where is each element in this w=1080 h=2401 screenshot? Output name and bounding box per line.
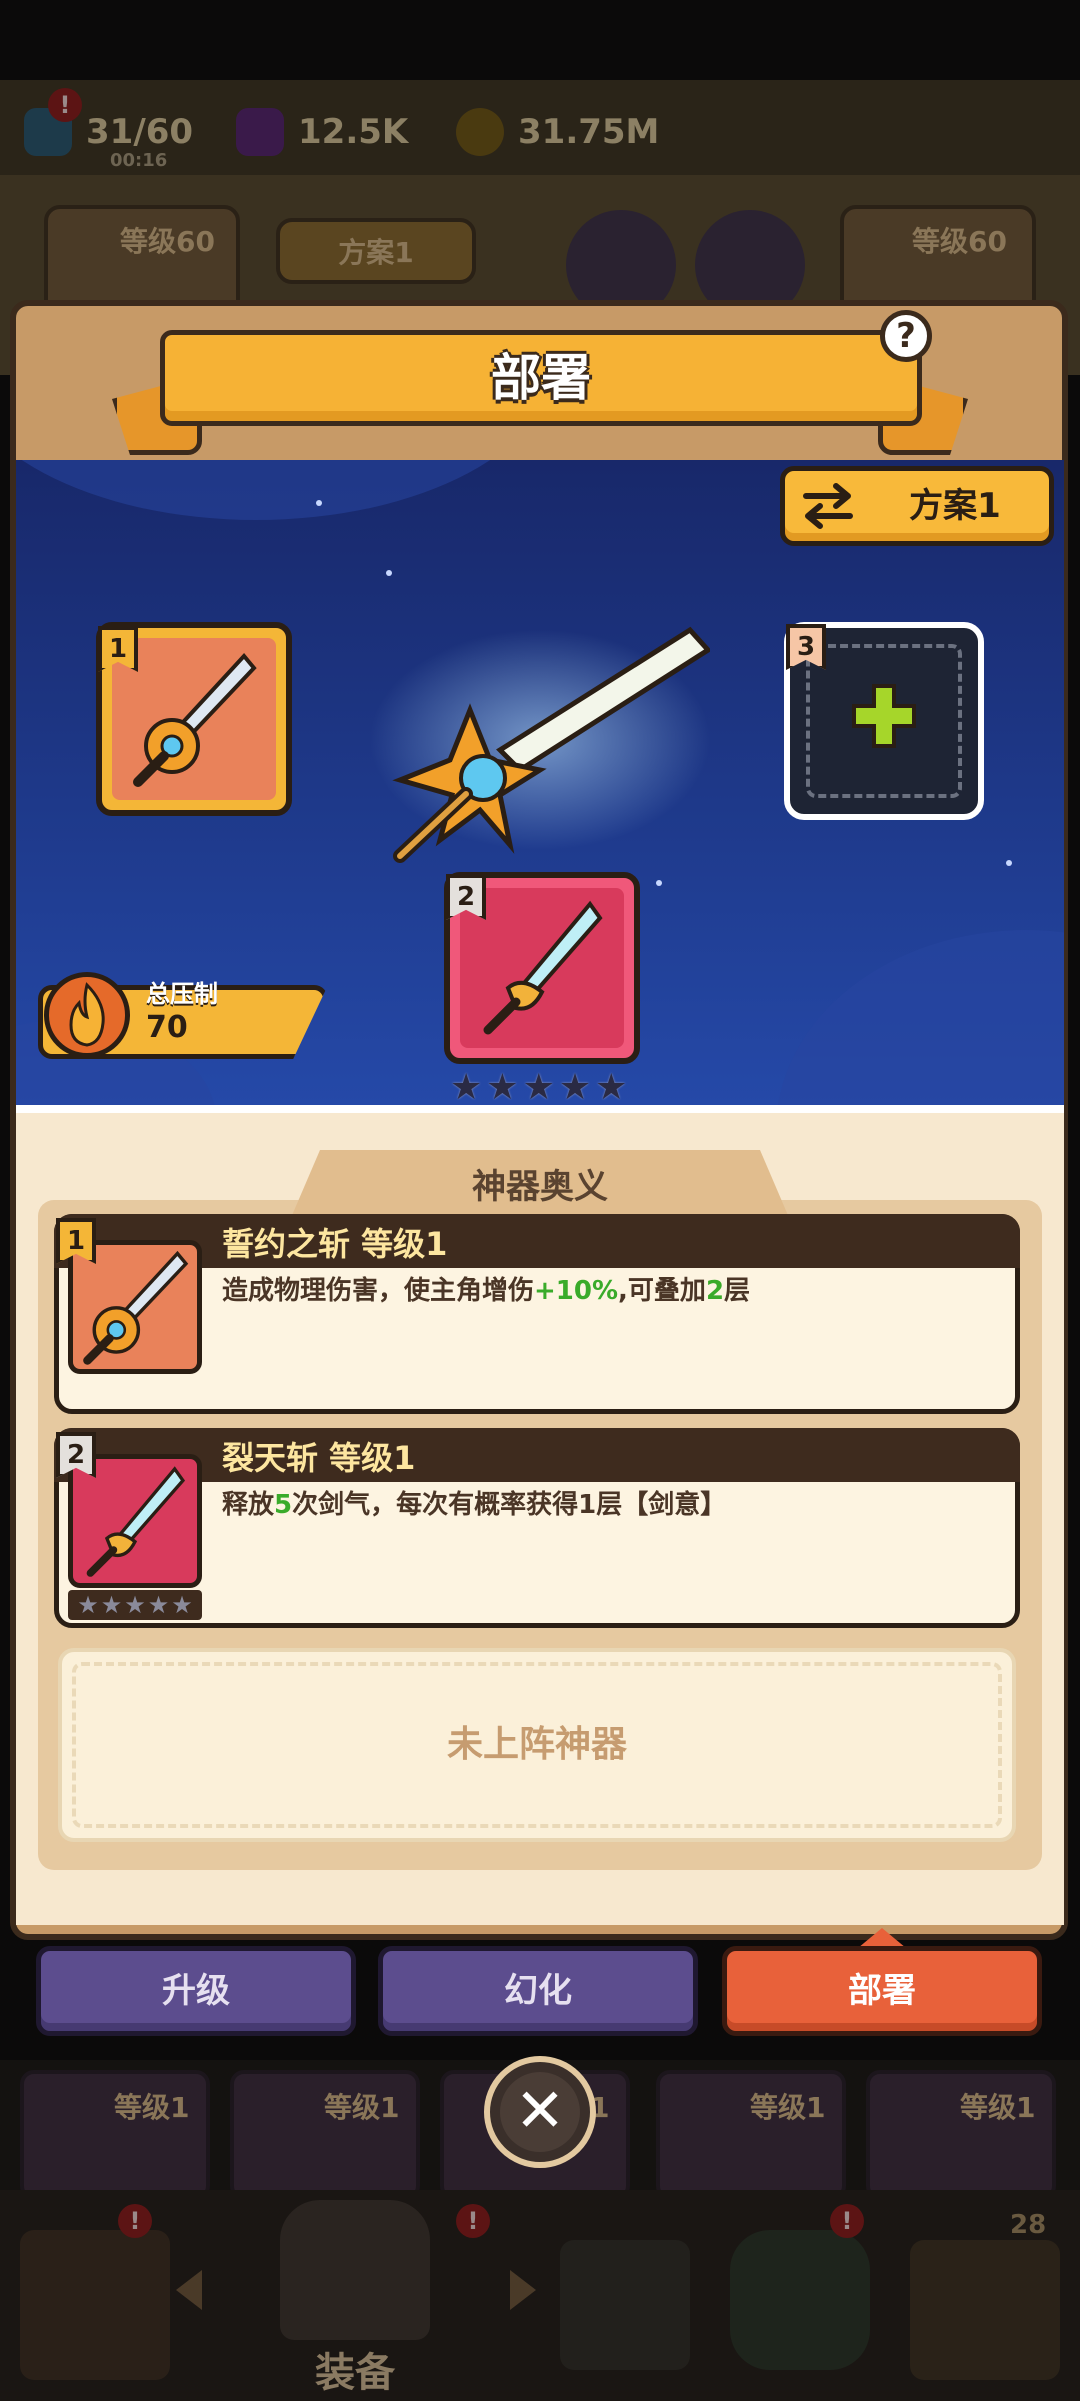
entry-2-icon-slot — [68, 1454, 202, 1588]
star-icon: ★ — [100, 1591, 123, 1619]
nav-alert-dot: ! — [118, 2204, 152, 2238]
entry-2-title: 裂天斩 等级1 — [222, 1439, 416, 1477]
stage-star — [386, 570, 392, 576]
background-slot: 等级1 — [656, 2070, 846, 2200]
tab-upgrade[interactable]: 升级 — [36, 1946, 356, 2036]
nav-right-arrow-icon — [510, 2270, 536, 2310]
star-icon: ★ — [171, 1591, 193, 1619]
background-weapon-level: 等级60 — [120, 225, 215, 258]
star-icon: ★ — [595, 1067, 628, 1108]
entry-1-icon-slot — [68, 1240, 202, 1374]
entry-2-star-rating: ★ ★ ★ ★ ★ — [68, 1590, 202, 1620]
background-slot: 等级1 — [230, 2070, 420, 2200]
screen: { "background": { "resources": [ {"icon"… — [0, 0, 1080, 2401]
star-icon: ★ — [77, 1591, 99, 1619]
close-button[interactable]: ✕ — [484, 2056, 596, 2168]
stage-planet-decoration — [16, 460, 556, 520]
energy-value: 31/60 — [86, 112, 194, 152]
stage-planet-decoration — [776, 930, 1064, 1105]
ice-sword-icon — [483, 900, 603, 1035]
close-icon: ✕ — [500, 2072, 580, 2152]
swap-arrows-icon — [803, 483, 853, 529]
background-plan-label: 方案1 — [338, 236, 414, 269]
help-button[interactable]: ? — [880, 310, 932, 362]
plus-icon — [852, 684, 916, 748]
coin-resource: 31.75M — [456, 100, 659, 164]
energy-timer: 00:16 — [110, 150, 168, 171]
empty-artifact-text: 未上阵神器 — [446, 1724, 627, 1765]
energy-alert-dot: ! — [48, 88, 82, 122]
golden-sword-icon — [83, 1250, 189, 1365]
shop-nav-icon — [20, 2230, 170, 2380]
modal-title: 部署 — [491, 349, 591, 407]
gem-resource: 12.5K — [236, 100, 408, 164]
star-icon: ★ — [450, 1067, 483, 1108]
gem-icon — [236, 108, 284, 156]
nav-left-arrow-icon — [176, 2270, 202, 2310]
featured-golden-sword-icon — [370, 626, 710, 863]
background-slot: 等级1 — [866, 2070, 1056, 2200]
swords-nav-icon — [560, 2240, 690, 2370]
coin-icon — [456, 108, 504, 156]
slot-2-star-rating: ★ ★ ★ ★ ★ — [450, 1070, 627, 1106]
golden-sword-icon — [133, 652, 257, 787]
nav-badge-count: 28 — [1010, 2210, 1047, 2240]
background-armor-level: 等级60 — [912, 225, 1007, 258]
nav-alert-dot: ! — [456, 2204, 490, 2238]
chest-nav-icon — [910, 2240, 1060, 2380]
star-icon: ★ — [558, 1067, 592, 1108]
star-icon: ★ — [522, 1067, 555, 1108]
active-tab-pointer-icon — [858, 1928, 906, 1948]
helmet-nav-icon — [280, 2200, 430, 2340]
panel-title: 神器奥义 — [472, 1167, 608, 1207]
background-slot: 等级1 — [20, 2070, 210, 2200]
ice-sword-icon — [86, 1466, 186, 1577]
coin-value: 31.75M — [518, 112, 660, 152]
total-power-label: 总压制 — [146, 980, 218, 1008]
star-icon: ★ — [147, 1591, 170, 1619]
tab-transform[interactable]: 幻化 — [378, 1946, 698, 2036]
stage-star — [316, 500, 322, 506]
entry-1-title: 誓约之斩 等级1 — [222, 1225, 448, 1263]
plan-switch-label: 方案1 — [909, 486, 1001, 526]
panel-divider — [16, 1105, 1064, 1113]
gem-value: 12.5K — [298, 112, 409, 152]
star-icon: ★ — [486, 1067, 519, 1108]
stage-star — [1006, 860, 1012, 866]
tab-deploy[interactable]: 部署 — [722, 1946, 1042, 2036]
total-power-value: 70 — [146, 1010, 188, 1045]
upgrade-nav-icon — [730, 2230, 870, 2370]
entry-1-description: 造成物理伤害，使主角增伤+10%,可叠加2层 — [222, 1276, 751, 1306]
star-icon: ★ — [124, 1591, 146, 1619]
stage-star — [656, 880, 662, 886]
background-plan-button: 方案1 — [276, 218, 476, 284]
nav-label-equipment: 装备 — [315, 2350, 395, 2396]
flame-icon — [44, 972, 130, 1058]
nav-alert-dot: ! — [830, 2204, 864, 2238]
entry-2-description: 释放5次剑气，每次有概率获得1层【剑意】 — [222, 1490, 727, 1520]
